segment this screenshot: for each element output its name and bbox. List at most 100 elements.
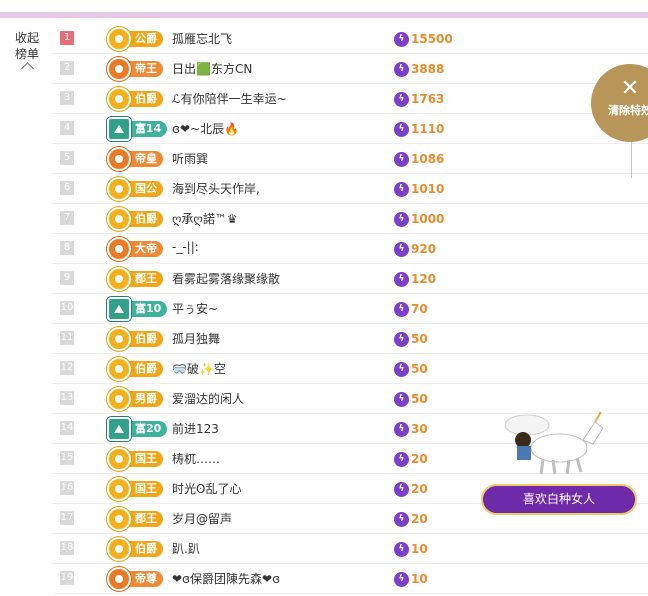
badge-emblem-icon	[107, 387, 131, 411]
user-name[interactable]: 🥽破✨空	[172, 360, 226, 377]
rank-title-badge: 伯爵	[107, 327, 163, 351]
lightning-icon: ϟ	[394, 511, 409, 527]
rank-title-badge: 郡王	[107, 267, 163, 291]
lightning-icon: ϟ	[394, 421, 409, 437]
badge-emblem-icon	[107, 507, 131, 531]
user-name[interactable]: 孤雁忘北飞	[172, 30, 232, 47]
badge-emblem-icon	[107, 447, 131, 471]
rank-title-badge: 伯爵	[107, 207, 163, 231]
ranking-row[interactable]: 7 伯爵 ღ承ღ諾™♛ ϟ 1000	[52, 204, 648, 234]
ranking-row[interactable]: 2 帝王 日出🟩东方CN ϟ 3888	[52, 54, 648, 84]
lightning-icon: ϟ	[394, 181, 409, 197]
rank-number: 2	[60, 61, 74, 75]
contribution-score: ϟ 10	[394, 539, 428, 559]
score-value: 20	[411, 482, 428, 496]
balloon-string	[631, 142, 634, 178]
rank-number: 14	[60, 421, 74, 435]
lightning-icon: ϟ	[394, 31, 409, 47]
user-name[interactable]: 时光ʘ乱了心	[172, 480, 241, 497]
gift-banner[interactable]: 喜欢白种女人	[481, 484, 637, 515]
user-name[interactable]: 爱溜达的闲人	[172, 390, 244, 407]
user-name[interactable]: 日出🟩东方CN	[172, 60, 252, 77]
clear-effects-label: 清除特效	[608, 104, 648, 117]
ranking-row[interactable]: 8 大帝 -_-||: ϟ 920	[52, 234, 648, 264]
ranking-row[interactable]: 4 富14 ɞ❤~北辰🔥 ϟ 1110	[52, 114, 648, 144]
contribution-score: ϟ 1110	[394, 119, 444, 139]
lightning-icon: ϟ	[394, 301, 409, 317]
top-divider	[0, 0, 648, 18]
badge-emblem-icon	[107, 87, 131, 111]
rank-title-badge: 国王	[107, 477, 163, 501]
pegasus-gift-animation	[504, 411, 604, 475]
rank-title-badge: 国王	[107, 447, 163, 471]
ranking-row[interactable]: 11 伯爵 孤月独舞 ϟ 50	[52, 324, 648, 354]
score-value: 1086	[411, 152, 445, 166]
badge-emblem-icon	[107, 327, 131, 351]
contribution-score: ϟ 50	[394, 329, 428, 349]
user-name[interactable]: 孤月独舞	[172, 330, 220, 347]
rank-title-badge: 伯爵	[107, 87, 163, 111]
user-name[interactable]: 海到尽头天作岸,	[172, 180, 260, 197]
collapse-ranking-toggle[interactable]: 收起 榜单	[10, 30, 44, 75]
ranking-row[interactable]: 1 公爵 孤雁忘北飞 ϟ 15500	[52, 24, 648, 54]
rank-title-badge: 公爵	[107, 27, 163, 51]
user-name[interactable]: ღ承ღ諾™♛	[172, 210, 238, 227]
lightning-icon: ϟ	[394, 541, 409, 557]
lightning-icon: ϟ	[394, 481, 409, 497]
lightning-icon: ϟ	[394, 91, 409, 107]
contribution-score: ϟ 70	[394, 299, 428, 319]
toggle-label-line2: 榜单	[14, 47, 39, 61]
ranking-row[interactable]: 5 帝皇 听雨巽 ϟ 1086	[52, 144, 648, 174]
user-name[interactable]: ❤ɞ保爵团陳先森❤ɞ	[172, 570, 280, 587]
lightning-icon: ϟ	[394, 211, 409, 227]
badge-emblem-icon	[107, 477, 131, 501]
rank-title-badge: 大帝	[107, 237, 163, 261]
contribution-score: ϟ 1000	[394, 209, 444, 229]
score-value: 920	[411, 242, 437, 256]
lightning-icon: ϟ	[394, 331, 409, 347]
rank-number: 5	[60, 151, 74, 165]
ranking-row[interactable]: 10 富10 平ぅ安~ ϟ 70	[52, 294, 648, 324]
user-name[interactable]: 平ぅ安~	[172, 300, 218, 317]
ranking-row[interactable]: 3 伯爵 ℒ有你陪伴一生幸运~ ϟ 1763	[52, 84, 648, 114]
badge-emblem-icon	[107, 207, 131, 231]
badge-emblem-icon	[107, 117, 131, 141]
badge-emblem-icon	[107, 567, 131, 591]
user-name[interactable]: 岁月@留声	[172, 510, 232, 527]
user-name[interactable]: 梼杌……	[172, 450, 220, 467]
ranking-row[interactable]: 6 国公 海到尽头天作岸, ϟ 1010	[52, 174, 648, 204]
badge-emblem-icon	[107, 357, 131, 381]
badge-emblem-icon	[107, 537, 131, 561]
ranking-row[interactable]: 19 帝尊 ❤ɞ保爵团陳先森❤ɞ ϟ 10	[52, 564, 648, 594]
user-name[interactable]: ℒ有你陪伴一生幸运~	[172, 90, 287, 107]
ranking-row[interactable]: 18 伯爵 趴.趴 ϟ 10	[52, 534, 648, 564]
contribution-score: ϟ 50	[394, 359, 428, 379]
contribution-score: ϟ 1086	[394, 149, 444, 169]
rank-number: 1	[60, 31, 74, 45]
ranking-row[interactable]: 9 郡王 看雾起雾落缘聚缘散 ϟ 120	[52, 264, 648, 294]
user-name[interactable]: 前进123	[172, 420, 219, 437]
rank-number: 9	[60, 271, 74, 285]
rank-number: 8	[60, 241, 74, 255]
user-name[interactable]: -_-||:	[172, 240, 199, 254]
lightning-icon: ϟ	[394, 121, 409, 137]
score-value: 20	[411, 512, 428, 526]
score-value: 120	[411, 272, 437, 286]
rank-number: 12	[60, 361, 74, 375]
lightning-icon: ϟ	[394, 241, 409, 257]
user-name[interactable]: ɞ❤~北辰🔥	[172, 120, 239, 137]
ranking-row[interactable]: 12 伯爵 🥽破✨空 ϟ 50	[52, 354, 648, 384]
user-name[interactable]: 听雨巽	[172, 150, 208, 167]
contribution-score: ϟ 30	[394, 419, 428, 439]
lightning-icon: ϟ	[394, 151, 409, 167]
lightning-icon: ϟ	[394, 391, 409, 407]
contribution-score: ϟ 1763	[394, 89, 444, 109]
badge-emblem-icon	[107, 237, 131, 261]
rank-title-badge: 富10	[107, 297, 168, 321]
score-value: 1110	[411, 122, 445, 136]
badge-emblem-icon	[107, 297, 131, 321]
score-value: 15500	[411, 32, 453, 46]
contribution-score: ϟ 20	[394, 449, 428, 469]
user-name[interactable]: 趴.趴	[172, 540, 200, 557]
user-name[interactable]: 看雾起雾落缘聚缘散	[172, 270, 280, 287]
